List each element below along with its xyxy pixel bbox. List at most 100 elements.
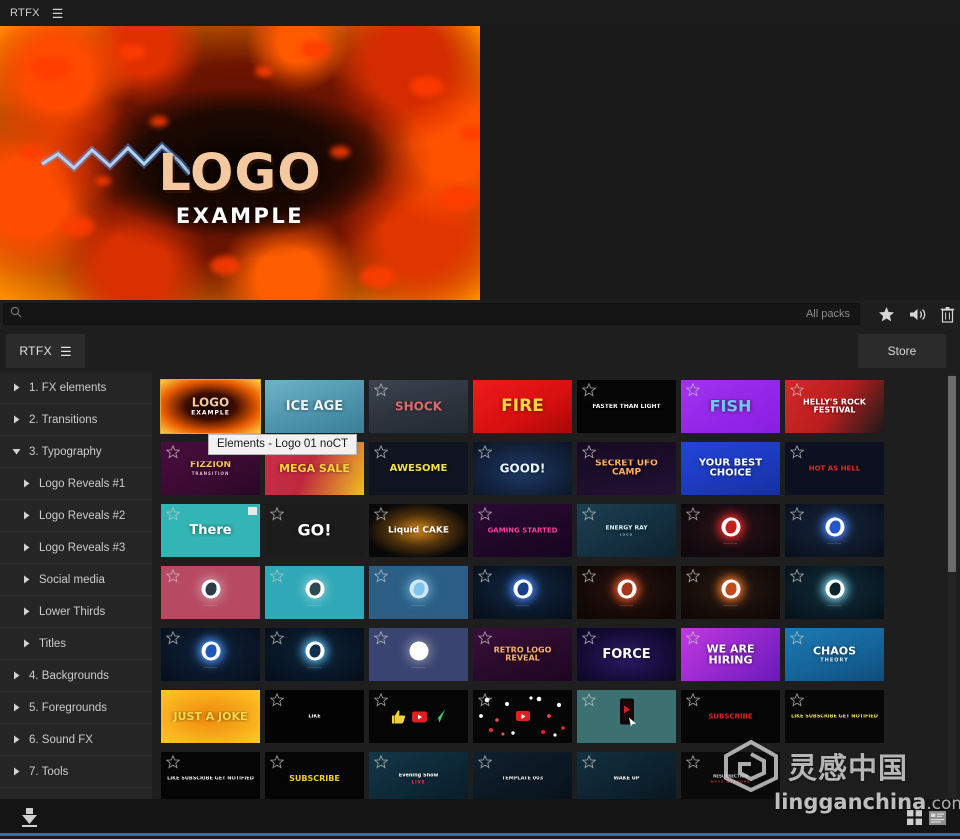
favorite-star-icon[interactable] [477, 506, 493, 526]
thumbnail-cell[interactable]: HOT AS HELL [785, 442, 884, 495]
favorite-icon[interactable] [878, 306, 895, 323]
pack-filter-label[interactable]: All packs [806, 308, 859, 320]
favorite-star-icon[interactable] [685, 754, 701, 774]
favorite-star-icon[interactable] [269, 692, 285, 712]
favorite-star-icon[interactable] [789, 568, 805, 588]
thumbnail-cell[interactable]: GO! [265, 504, 364, 557]
favorite-star-icon[interactable] [789, 630, 805, 650]
favorite-star-icon[interactable] [373, 568, 389, 588]
favorite-star-icon[interactable] [269, 506, 285, 526]
chevron-right-icon[interactable] [12, 415, 21, 424]
favorite-star-icon[interactable] [685, 382, 701, 402]
thumbnail-cell[interactable]: AWESOME [369, 442, 468, 495]
sidebar-item-titles[interactable]: Titles [0, 628, 152, 660]
thumbnail-cell[interactable]: RETRO LOGO REVEAL [473, 628, 572, 681]
thumbnail-cell[interactable]: ———— [265, 628, 364, 681]
thumbnail-cell[interactable]: LIKE SUBSCRIBE GET NOTIFIED [785, 690, 884, 743]
sidebar-item-6-sound-fx[interactable]: 6. Sound FX [0, 724, 152, 756]
thumbnail-cell[interactable]: ———— [473, 566, 572, 619]
chevron-down-icon[interactable] [12, 447, 21, 456]
chevron-right-icon[interactable] [12, 703, 21, 712]
tab-rtfx[interactable]: RTFX ☰ [6, 334, 85, 368]
thumbnail-cell[interactable]: LOGO EXAMPLE [160, 379, 261, 434]
favorite-star-icon[interactable] [789, 444, 805, 464]
favorite-star-icon[interactable] [373, 382, 389, 402]
thumbnail-cell[interactable]: There [161, 504, 260, 557]
sidebar-item-3-typography[interactable]: 3. Typography [0, 436, 152, 468]
favorite-star-icon[interactable] [789, 692, 805, 712]
search-field[interactable]: All packs [3, 303, 860, 325]
favorite-star-icon[interactable] [685, 506, 701, 526]
chevron-right-icon[interactable] [12, 383, 21, 392]
sidebar-item-7-tools[interactable]: 7. Tools [0, 756, 152, 788]
favorite-star-icon[interactable] [373, 506, 389, 526]
favorite-star-icon[interactable] [581, 382, 597, 402]
thumbnail-cell[interactable]: FISH [681, 380, 780, 433]
grid-scrollbar-track[interactable] [948, 374, 956, 798]
chevron-right-icon[interactable] [12, 735, 21, 744]
thumbnail-cell[interactable]: SUBSCRIBE [681, 690, 780, 743]
chevron-right-icon[interactable] [22, 511, 31, 520]
thumbnail-cell[interactable]: ———— [681, 504, 780, 557]
favorite-star-icon[interactable] [581, 630, 597, 650]
chevron-right-icon[interactable] [22, 575, 31, 584]
thumbnail-cell[interactable]: ———— [161, 628, 260, 681]
thumbnail-cell[interactable]: ———— [577, 566, 676, 619]
favorite-star-icon[interactable] [581, 692, 597, 712]
favorite-star-icon[interactable] [581, 444, 597, 464]
thumbnail-cell[interactable]: SHOCK [369, 380, 468, 433]
sidebar-item-logo-reveals-1[interactable]: Logo Reveals #1 [0, 468, 152, 500]
thumbnail-cell[interactable]: LIKE [265, 690, 364, 743]
favorite-star-icon[interactable] [373, 692, 389, 712]
thumbnail-cell[interactable]: ———— [161, 566, 260, 619]
sidebar[interactable]: 1. FX elements 2. Transitions 3. Typograph… [0, 372, 152, 799]
favorite-star-icon[interactable] [165, 630, 181, 650]
favorite-star-icon[interactable] [269, 568, 285, 588]
download-icon[interactable] [20, 807, 39, 832]
thumbnail-cell[interactable]: YOUR BEST CHOICE [681, 442, 780, 495]
favorite-star-icon[interactable] [581, 568, 597, 588]
thumbnail-cell[interactable]: GOOD! [473, 442, 572, 495]
thumbnail-cell[interactable]: FASTER THAN LIGHT [577, 380, 676, 433]
chevron-right-icon[interactable] [12, 671, 21, 680]
thumbnail-cell[interactable] [577, 690, 676, 743]
list-view-icon[interactable] [929, 810, 946, 830]
thumbnail-cell[interactable]: ———— [369, 566, 468, 619]
thumbnail-cell[interactable]: ENERGY RAY LOGO [577, 504, 676, 557]
sidebar-item-lower-thirds[interactable]: Lower Thirds [0, 596, 152, 628]
sidebar-item-logo-reveals-3[interactable]: Logo Reveals #3 [0, 532, 152, 564]
chevron-right-icon[interactable] [22, 479, 31, 488]
sidebar-item-1-fx-elements[interactable]: 1. FX elements [0, 372, 152, 404]
sidebar-item-4-backgrounds[interactable]: 4. Backgrounds [0, 660, 152, 692]
store-button[interactable]: Store [858, 334, 946, 368]
thumbnail-cell[interactable]: SUBSCRIBE [265, 752, 364, 799]
thumbnail-cell[interactable]: TEMPLATE 003 [473, 752, 572, 799]
thumbnail-cell[interactable]: ———— [785, 566, 884, 619]
thumbnail-cell[interactable] [473, 690, 572, 743]
thumbnail-cell[interactable]: WE ARE HIRING [681, 628, 780, 681]
grid-view-icon[interactable] [907, 810, 922, 830]
thumbnail-cell[interactable]: Liquid CAKE [369, 504, 468, 557]
thumbnail-cell[interactable]: SECRET UFO CAMP [577, 442, 676, 495]
favorite-star-icon[interactable] [789, 506, 805, 526]
thumbnail-cell[interactable]: JUST A JOKE [161, 690, 260, 743]
thumbnail-cell[interactable]: ICE AGE [265, 380, 364, 433]
thumbnail-cell[interactable]: ———— [265, 566, 364, 619]
sidebar-item-2-transitions[interactable]: 2. Transitions [0, 404, 152, 436]
favorite-star-icon[interactable] [165, 754, 181, 774]
favorite-star-icon[interactable] [685, 630, 701, 650]
favorite-star-icon[interactable] [477, 692, 493, 712]
grid-scrollbar-thumb[interactable] [948, 376, 956, 572]
chevron-right-icon[interactable] [22, 543, 31, 552]
thumbnail-cell[interactable]: ———— [785, 504, 884, 557]
thumbnail-cell[interactable]: GAMING STARTED [473, 504, 572, 557]
thumbnail-cell[interactable]: LIKE SUBSCRIBE GET NOTIFIED [161, 752, 260, 799]
favorite-star-icon[interactable] [165, 506, 181, 526]
thumbnail-cell[interactable]: FIRE [473, 380, 572, 433]
favorite-star-icon[interactable] [685, 692, 701, 712]
favorite-star-icon[interactable] [477, 754, 493, 774]
hamburger-icon[interactable]: ☰ [52, 7, 64, 20]
sidebar-item-5-foregrounds[interactable]: 5. Foregrounds [0, 692, 152, 724]
favorite-star-icon[interactable] [477, 444, 493, 464]
search-input[interactable] [22, 308, 806, 320]
